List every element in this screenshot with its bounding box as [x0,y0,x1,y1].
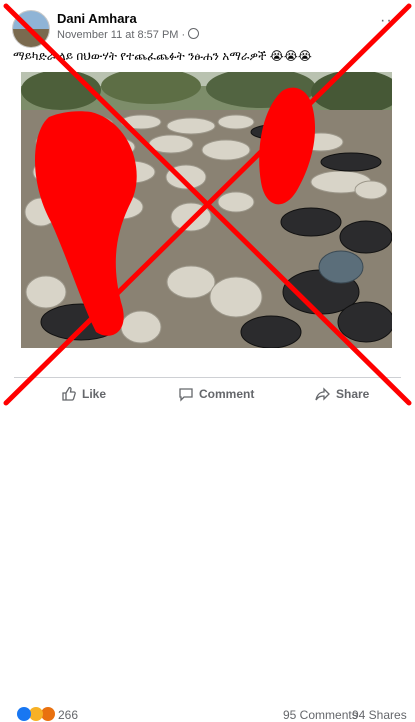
reaction-count[interactable]: 266 [58,708,78,722]
share-label: Share [336,387,370,401]
like-button[interactable]: Like [61,384,106,404]
share-button[interactable]: Share [315,384,369,404]
share-arrow-icon [315,387,330,401]
comment-button[interactable]: Comment [178,384,254,404]
post-caption: ማይካድራ ላይ በህውሃት የተጨፈጨፉት ንፁሐን አማራዎች 😭😭😭 [13,49,312,63]
actions-divider [14,377,401,378]
photo-scene [21,72,392,348]
post-timestamp[interactable]: November 11 at 8:57 PM · [57,28,200,41]
post-photo[interactable] [21,72,392,348]
like-label: Like [82,387,107,401]
like-icon[interactable] [17,707,31,721]
public-globe-icon [188,28,200,39]
post-stats: 266 95 Comments 94 Shares [0,352,415,722]
facebook-post-card: Dani Amhara November 11 at 8:57 PM · ···… [0,0,415,722]
comment-bubble-icon [179,388,193,402]
more-options-icon[interactable]: ··· [380,12,399,30]
author-avatar[interactable] [12,10,50,48]
angry-icon[interactable] [41,707,55,721]
comment-label: Comment [199,387,255,401]
author-name[interactable]: Dani Amhara [57,11,137,26]
post-header: Dani Amhara November 11 at 8:57 PM · ··· [0,0,415,48]
comments-count[interactable]: 95 Comments [283,708,358,722]
thumbs-up-icon [62,386,76,401]
sad-icon[interactable] [29,707,43,721]
shares-count[interactable]: 94 Shares [352,708,407,722]
